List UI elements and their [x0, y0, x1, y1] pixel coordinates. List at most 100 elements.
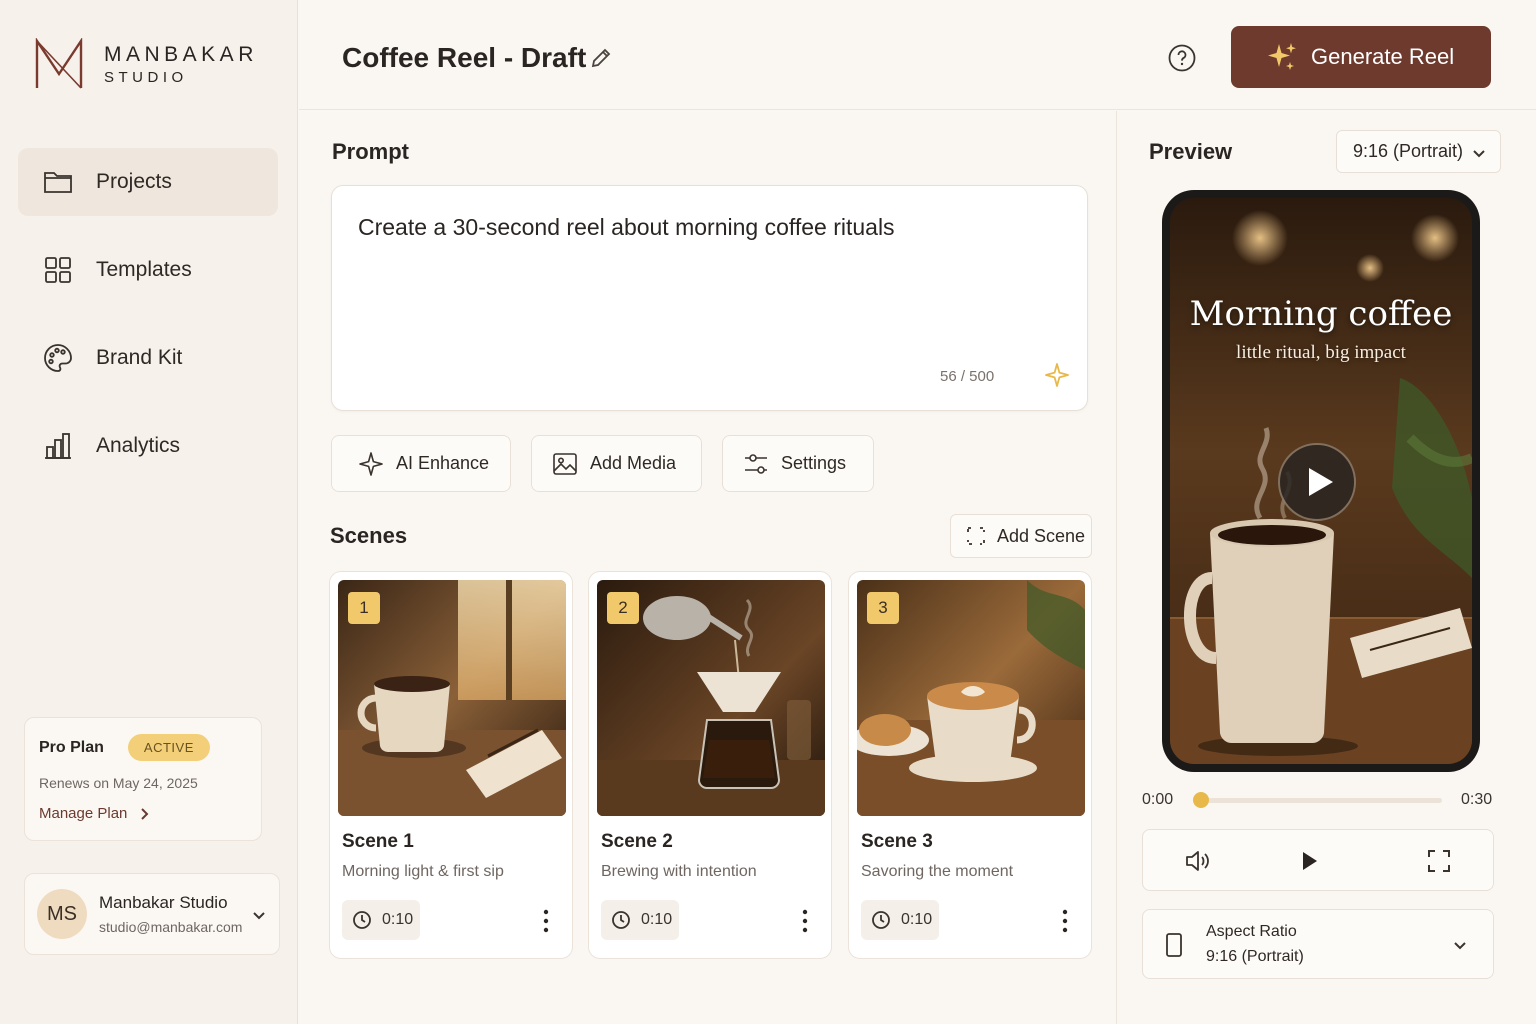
- scene-title: Scene 3: [861, 831, 933, 852]
- more-vertical-icon[interactable]: [1055, 908, 1075, 934]
- logo[interactable]: MANBAKAR STUDIO: [34, 38, 258, 90]
- add-media-label: Add Media: [590, 453, 677, 473]
- sparkles-icon: [1268, 43, 1296, 70]
- scene-description: Brewing with intention: [601, 863, 757, 880]
- phone-preview: Morning coffee little ritual, big impact: [1162, 190, 1480, 772]
- scene-title: Scene 2: [601, 831, 673, 852]
- brand-sub: STUDIO: [104, 68, 188, 86]
- pencil-edit-icon[interactable]: [589, 46, 613, 70]
- sidebar-item-brand-kit[interactable]: Brand Kit: [18, 324, 278, 392]
- ai-enhance-button[interactable]: AI Enhance: [331, 435, 511, 492]
- more-vertical-icon[interactable]: [795, 908, 815, 934]
- overlay-title: Morning coffee: [1189, 294, 1453, 334]
- add-scene-button[interactable]: Add Scene: [950, 514, 1092, 558]
- preview-panel: Preview 9:16 (Portrait) Morning coffee l…: [1116, 111, 1536, 1024]
- sidebar-item-projects[interactable]: Projects: [18, 148, 278, 216]
- bar-chart-icon: [45, 433, 71, 459]
- ratio-dropdown-value: 9:16 (Portrait): [1353, 141, 1464, 161]
- ratio-dropdown[interactable]: 9:16 (Portrait): [1336, 130, 1501, 173]
- generate-reel-button[interactable]: Generate Reel: [1231, 26, 1491, 88]
- scene-card-2[interactable]: 2 Scene 2 Brewing with intention 0:10: [588, 571, 832, 959]
- scene-description: Savoring the moment: [861, 863, 1014, 880]
- sidebar-nav: Projects Templates Brand Kit Analytics: [18, 148, 278, 500]
- scene-duration: 0:10: [861, 900, 939, 940]
- scene-number: 2: [607, 592, 639, 624]
- prompt-section-title: Prompt: [332, 139, 409, 164]
- generate-reel-label: Generate Reel: [1311, 44, 1455, 69]
- video-preview[interactable]: Morning coffee little ritual, big impact: [1170, 198, 1472, 764]
- status-badge: ACTIVE: [127, 734, 210, 761]
- play-icon[interactable]: [1277, 442, 1357, 522]
- help-icon[interactable]: [1167, 43, 1197, 73]
- sidebar-item-label: Projects: [96, 170, 172, 193]
- plan-title: Pro Plan: [39, 738, 104, 756]
- ai-enhance-label: AI Enhance: [396, 453, 490, 473]
- sidebar-item-analytics[interactable]: Analytics: [18, 412, 278, 480]
- settings-label: Settings: [781, 453, 847, 473]
- scene-card-1[interactable]: 1 Scene 1 Morning light & first sip 0:10: [329, 571, 573, 959]
- sidebar-item-label: Analytics: [96, 434, 181, 457]
- play-small-icon[interactable]: [1295, 847, 1323, 875]
- progress-track[interactable]: [1200, 798, 1442, 803]
- account-email: studio@manbakar.com: [99, 919, 243, 935]
- scene-thumbnail: 3: [857, 580, 1085, 816]
- add-media-button[interactable]: Add Media: [531, 435, 702, 492]
- more-vertical-icon[interactable]: [536, 908, 556, 934]
- scene-thumbnail: 1: [338, 580, 566, 816]
- progress-thumb[interactable]: [1193, 792, 1209, 808]
- sparkle-icon[interactable]: [1044, 362, 1070, 388]
- prompt-text: Create a 30-second reel about morning co…: [358, 214, 895, 240]
- account-name: Manbakar Studio: [99, 893, 228, 912]
- chevron-down-icon: [253, 912, 265, 920]
- scene-thumbnail: 2: [597, 580, 825, 816]
- char-count: 56 / 500: [940, 368, 995, 385]
- scene-duration-value: 0:10: [382, 911, 414, 928]
- clock-icon: [353, 911, 371, 929]
- fullscreen-icon[interactable]: [1425, 847, 1453, 875]
- playback-controls: [1142, 829, 1494, 891]
- volume-icon[interactable]: [1183, 847, 1211, 875]
- brand-name: MANBAKAR: [104, 42, 258, 66]
- sidebar-item-label: Brand Kit: [96, 346, 183, 369]
- add-scene-icon: [967, 527, 985, 545]
- scene-duration: 0:10: [601, 900, 679, 940]
- image-icon: [553, 452, 577, 475]
- sidebar: MANBAKAR STUDIO Projects Templates Brand…: [0, 0, 298, 1024]
- chevron-down-icon: [1454, 942, 1466, 950]
- phone-icon: [1166, 933, 1182, 957]
- add-scene-label: Add Scene: [997, 525, 1086, 546]
- manage-plan-label: Manage Plan: [39, 805, 128, 822]
- clock-icon: [872, 911, 890, 929]
- prompt-textarea[interactable]: Create a 30-second reel about morning co…: [331, 185, 1088, 411]
- account-switcher[interactable]: MS Manbakar Studio studio@manbakar.com: [24, 873, 280, 955]
- scene-number: 1: [348, 592, 380, 624]
- time-end: 0:30: [1461, 791, 1493, 808]
- scene-number: 3: [867, 592, 899, 624]
- sparkle-icon: [359, 451, 383, 476]
- folder-icon: [44, 172, 72, 193]
- plan-card: Pro Plan ACTIVE Renews on May 24, 2025 M…: [24, 717, 262, 841]
- preview-title: Preview: [1149, 139, 1233, 164]
- aspect-ratio-label: Aspect Ratio: [1206, 923, 1297, 940]
- scene-description: Morning light & first sip: [342, 863, 504, 880]
- manage-plan-link[interactable]: Manage Plan: [39, 805, 247, 822]
- sidebar-item-templates[interactable]: Templates: [18, 236, 278, 304]
- overlay-subtitle: little ritual, big impact: [1236, 342, 1406, 363]
- avatar: MS: [37, 889, 87, 939]
- sliders-icon: [745, 453, 767, 474]
- aspect-ratio-value: 9:16 (Portrait): [1206, 948, 1304, 965]
- scene-card-3[interactable]: 3 Scene 3 Savoring the moment 0:10: [848, 571, 1092, 959]
- scene-duration-value: 0:10: [641, 911, 673, 928]
- plan-renew-date: Renews on May 24, 2025: [39, 775, 198, 791]
- logo-mark-icon: [35, 38, 83, 89]
- page-title: Coffee Reel - Draft: [342, 42, 587, 73]
- grid-icon: [45, 257, 71, 283]
- scene-title: Scene 1: [342, 831, 414, 852]
- settings-button[interactable]: Settings: [722, 435, 874, 492]
- scene-duration: 0:10: [342, 900, 420, 940]
- aspect-ratio-select[interactable]: Aspect Ratio 9:16 (Portrait): [1142, 909, 1494, 979]
- header: Coffee Reel - Draft Generate Reel: [299, 0, 1536, 110]
- scene-duration-value: 0:10: [901, 911, 933, 928]
- time-start: 0:00: [1142, 791, 1174, 808]
- chevron-down-icon: [1473, 150, 1485, 158]
